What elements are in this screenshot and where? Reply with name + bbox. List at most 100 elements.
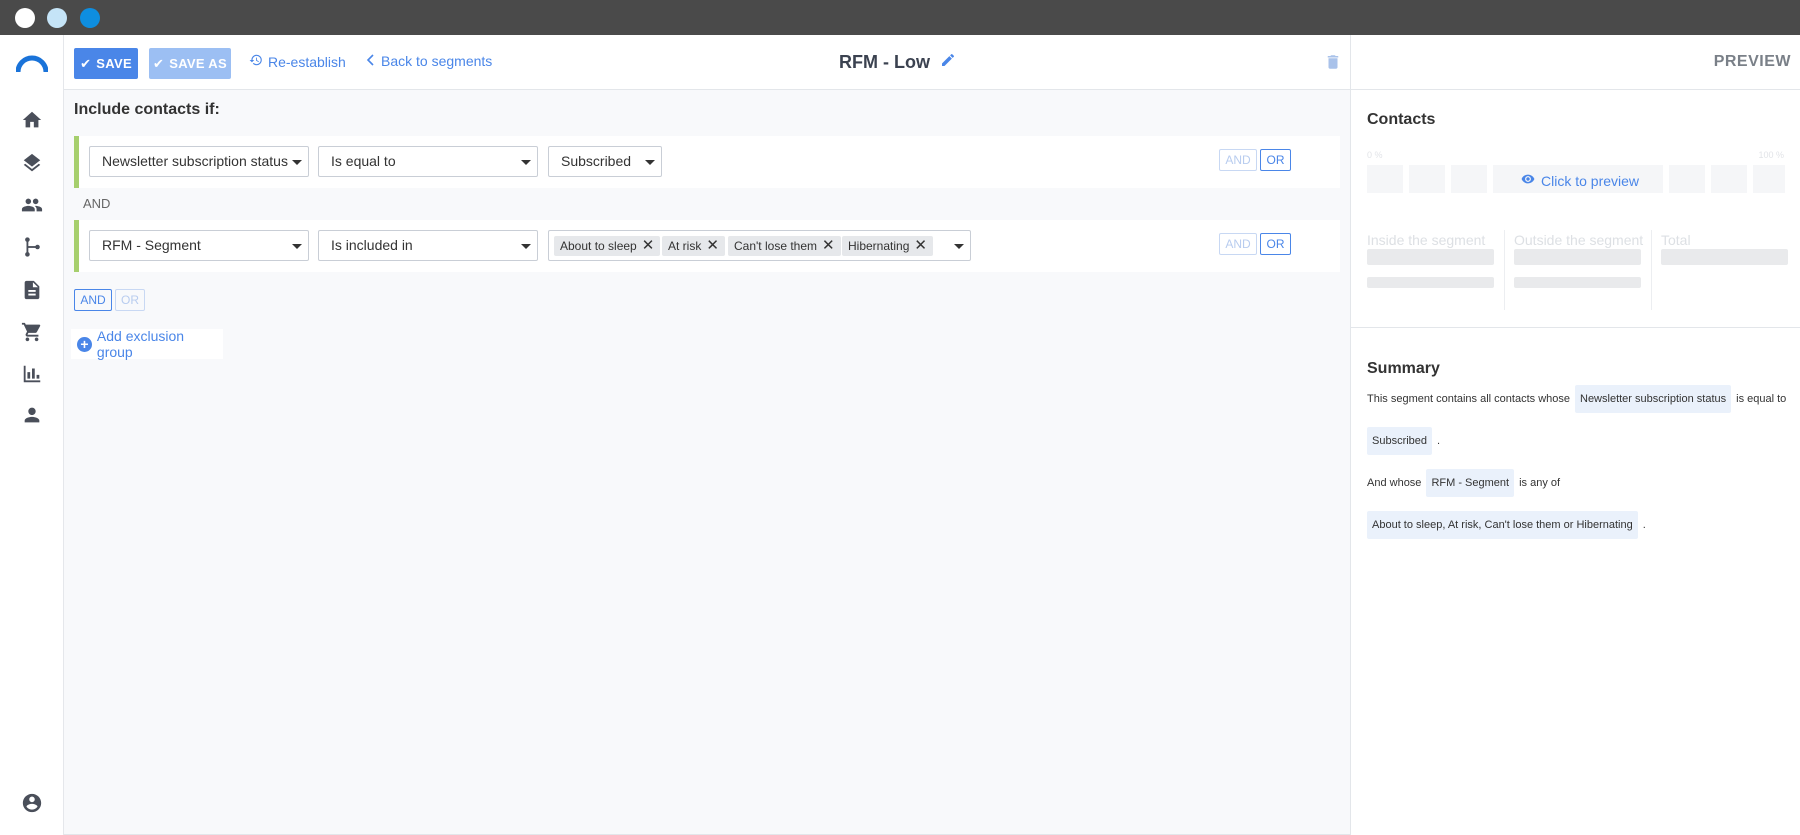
back-to-segments-link[interactable]: Back to segments	[366, 53, 492, 69]
analytics-icon[interactable]	[20, 362, 44, 386]
left-nav	[0, 35, 64, 835]
group-and-button[interactable]: AND	[74, 289, 112, 311]
remove-chip-icon[interactable]: ✕	[914, 238, 927, 253]
edit-pencil-icon[interactable]	[940, 52, 956, 73]
re-establish-label: Re-establish	[268, 53, 346, 70]
outside-segment-label: Outside the segment	[1514, 232, 1644, 248]
summary-line: About to sleep, At risk, Can't lose them…	[1367, 511, 1646, 539]
include-title: Include contacts if:	[74, 101, 220, 118]
save-button[interactable]: ✔ SAVE	[74, 48, 138, 79]
chip-label: At risk	[668, 239, 702, 253]
divider	[1504, 230, 1505, 310]
field-select[interactable]: Newsletter subscription status	[89, 146, 309, 177]
summary-title: Summary	[1367, 360, 1440, 377]
summary-text: This segment contains all contacts whose	[1367, 393, 1570, 405]
check-icon: ✔	[153, 55, 165, 71]
preview-bar-cell	[1367, 165, 1403, 193]
condition-and-button[interactable]: AND	[1219, 149, 1257, 171]
condition-row-2: RFM - Segment Is included in About to sl…	[74, 220, 1340, 272]
value-select[interactable]: Subscribed	[548, 146, 662, 177]
chevron-left-icon	[366, 53, 376, 69]
total-label: Total	[1661, 232, 1691, 248]
summary-value-pill: Subscribed	[1367, 427, 1433, 455]
segment-editor: ✔ SAVE ✔ SAVE AS Re-establish Back to se…	[64, 35, 1350, 835]
value-multiselect[interactable]: About to sleep ✕ At risk ✕ Can't lose th…	[548, 230, 971, 261]
cart-icon[interactable]	[20, 320, 44, 344]
segment-title-text: RFM - Low	[839, 52, 930, 72]
value-chip: At risk ✕	[662, 236, 725, 256]
home-icon[interactable]	[20, 108, 44, 132]
field-select[interactable]: RFM - Segment	[89, 230, 309, 261]
skeleton-bar	[1514, 249, 1641, 265]
contacts-title: Contacts	[1367, 111, 1436, 128]
remove-chip-icon[interactable]: ✕	[642, 238, 655, 253]
summary-text: is equal to	[1736, 393, 1787, 405]
window-minimize-button[interactable]	[47, 8, 67, 28]
chip-label: Can't lose them	[734, 239, 817, 253]
caret-down-icon	[292, 160, 302, 165]
save-as-button[interactable]: ✔ SAVE AS	[149, 48, 231, 79]
remove-chip-icon[interactable]: ✕	[822, 238, 835, 253]
layers-icon[interactable]	[20, 151, 44, 175]
condition-or-button[interactable]: OR	[1260, 233, 1291, 255]
account-circle-icon[interactable]	[20, 791, 44, 815]
divider	[1351, 327, 1800, 328]
summary-line: This segment contains all contacts whose…	[1367, 385, 1786, 413]
window-close-button[interactable]	[15, 8, 35, 28]
chip-label: About to sleep	[560, 239, 637, 253]
preview-bar-cell	[1753, 165, 1785, 193]
preview-panel: PREVIEW Contacts 0 % 100 % Click to prev…	[1350, 35, 1800, 835]
caret-down-icon	[521, 160, 531, 165]
operator-select[interactable]: Is included in	[318, 230, 538, 261]
field-select-value: RFM - Segment	[102, 237, 201, 253]
preview-bar-cell	[1711, 165, 1747, 193]
re-establish-link[interactable]: Re-establish	[249, 53, 346, 70]
workflow-icon[interactable]	[20, 235, 44, 259]
caret-down-icon	[521, 244, 531, 249]
condition-and-button[interactable]: AND	[1219, 233, 1257, 255]
save-label: SAVE	[96, 56, 132, 71]
caret-down-icon[interactable]	[954, 244, 964, 249]
trash-icon[interactable]	[1324, 52, 1342, 77]
field-select-value: Newsletter subscription status	[102, 153, 288, 169]
pct-min-label: 0 %	[1367, 150, 1383, 160]
back-label: Back to segments	[381, 53, 493, 69]
summary-line: Subscribed .	[1367, 427, 1440, 455]
skeleton-bar	[1661, 249, 1788, 265]
summary-value-pill: About to sleep, At risk, Can't lose them…	[1367, 511, 1638, 539]
summary-text: .	[1642, 519, 1646, 531]
person-icon[interactable]	[20, 403, 44, 427]
window-maximize-button[interactable]	[80, 8, 100, 28]
skeleton-bar	[1514, 277, 1641, 288]
skeleton-bar	[1367, 277, 1494, 288]
summary-text: .	[1437, 435, 1441, 447]
preview-header-label: PREVIEW	[1713, 53, 1791, 70]
document-icon[interactable]	[20, 278, 44, 302]
group-or-button[interactable]: OR	[115, 289, 145, 311]
brand-logo[interactable]	[15, 55, 49, 73]
preview-bar-cell	[1669, 165, 1705, 193]
condition-row-1: Newsletter subscription status Is equal …	[74, 136, 1340, 188]
window-titlebar	[0, 0, 1800, 35]
condition-or-button[interactable]: OR	[1260, 149, 1291, 171]
operator-select[interactable]: Is equal to	[318, 146, 538, 177]
summary-text: is any of	[1519, 477, 1561, 489]
value-chip: Can't lose them ✕	[728, 236, 841, 256]
check-icon: ✔	[80, 55, 92, 71]
add-exclusion-group-button[interactable]: + Add exclusion group	[71, 328, 223, 360]
summary-field-pill: Newsletter subscription status	[1575, 385, 1732, 413]
summary-line: And whose RFM - Segment is any of	[1367, 469, 1560, 497]
value-chip: About to sleep ✕	[554, 236, 661, 256]
operator-select-value: Is included in	[331, 237, 413, 253]
contacts-icon[interactable]	[20, 193, 44, 217]
and-separator: AND	[83, 196, 111, 211]
value-select-value: Subscribed	[561, 153, 632, 169]
save-as-label: SAVE AS	[169, 56, 227, 71]
operator-select-value: Is equal to	[331, 153, 396, 169]
eye-icon	[1521, 172, 1535, 189]
caret-down-icon	[645, 160, 655, 165]
pct-max-label: 100 %	[1758, 150, 1784, 160]
add-exclusion-label: Add exclusion group	[96, 328, 185, 360]
remove-chip-icon[interactable]: ✕	[706, 238, 719, 253]
click-to-preview-button[interactable]: Click to preview	[1521, 172, 1639, 189]
